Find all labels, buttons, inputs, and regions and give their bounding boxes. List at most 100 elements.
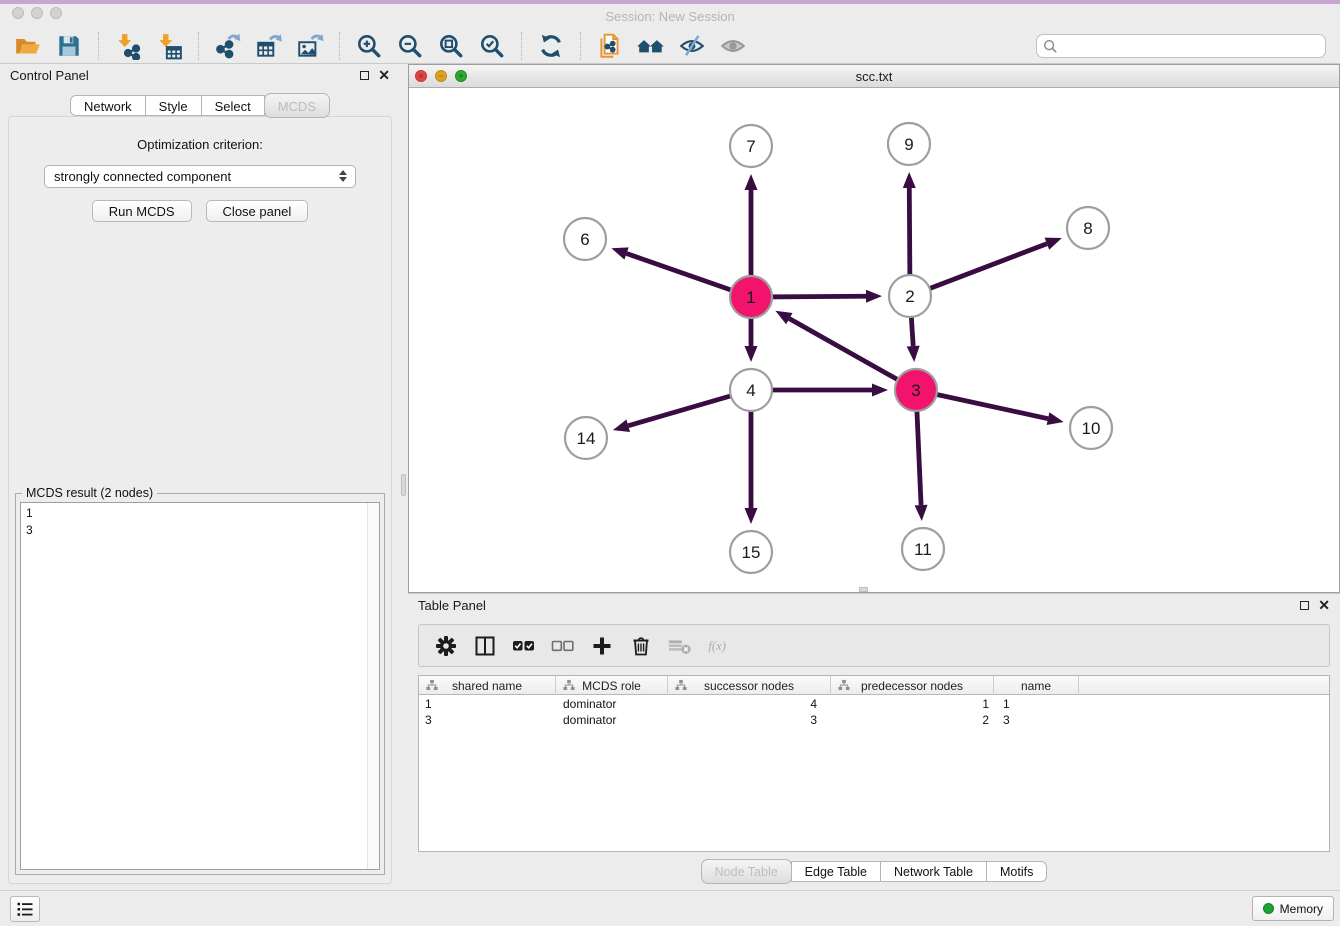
table-cell[interactable]: 1 (831, 696, 994, 712)
show-home-panel-button[interactable] (633, 30, 669, 62)
graph-edge-arrowhead (1047, 412, 1064, 425)
control-panel-header: Control Panel ✕ (0, 64, 400, 86)
task-history-button[interactable] (10, 896, 40, 922)
column-header-shared-name[interactable]: shared name (419, 676, 556, 695)
network-canvas[interactable]: 7968124314101511 (409, 88, 1339, 592)
graph-node-label-8: 8 (1083, 219, 1092, 238)
table-cell[interactable]: 1 (419, 696, 556, 712)
close-table-panel-icon[interactable]: ✕ (1318, 600, 1330, 610)
select-all-columns-button[interactable] (512, 634, 536, 658)
save-session-button[interactable] (51, 30, 87, 62)
column-header-MCDS-role[interactable]: MCDS role (556, 676, 668, 695)
node-table: shared name MCDS rolesuccessor nodes prede… (418, 675, 1330, 852)
delete-table-button[interactable] (668, 634, 692, 658)
zoom-fit-button[interactable] (433, 30, 469, 62)
import-table-button[interactable] (151, 30, 187, 62)
import-network-button[interactable] (110, 30, 146, 62)
apply-layout-button[interactable] (533, 30, 569, 62)
table-cell[interactable]: 2 (831, 712, 994, 728)
search-input[interactable] (1036, 34, 1326, 58)
import-table-icon (155, 32, 183, 60)
tab-network-table[interactable]: Network Table (880, 861, 987, 882)
table-cell[interactable]: 3 (668, 712, 831, 728)
export-table-button[interactable] (251, 30, 287, 62)
criterion-dropdown[interactable]: strongly connected component (44, 165, 356, 188)
search-field-wrap (1036, 34, 1326, 58)
export-image-icon (296, 32, 324, 60)
network-graph: 7968124314101511 (409, 88, 1339, 591)
deselect-all-icon (551, 635, 575, 657)
table-settings-button[interactable] (434, 634, 458, 658)
tab-node-table[interactable]: Node Table (701, 859, 792, 884)
table-cell[interactable]: 1 (994, 696, 1079, 712)
open-folder-icon (14, 32, 42, 60)
memory-button[interactable]: Memory (1252, 896, 1334, 921)
column-header-label: shared name (452, 679, 522, 693)
home-icon (636, 32, 666, 60)
graph-edge-arrowhead (866, 290, 882, 303)
hierarchy-icon (675, 679, 687, 691)
show-panels-button[interactable] (715, 30, 751, 62)
graph-node-label-14: 14 (577, 429, 596, 448)
column-layout-button[interactable] (473, 634, 497, 658)
table-cell[interactable]: 3 (994, 712, 1079, 728)
minimize-window-button[interactable] (31, 7, 43, 19)
export-network-button[interactable] (210, 30, 246, 62)
column-header-successor-nodes[interactable]: successor nodes (668, 676, 831, 695)
tab-motifs[interactable]: Motifs (986, 861, 1047, 882)
create-column-button[interactable] (590, 634, 614, 658)
table-cell[interactable]: dominator (556, 712, 668, 728)
zoom-selected-button[interactable] (474, 30, 510, 62)
mcds-result-lines: 13 (21, 503, 379, 541)
result-scrollbar[interactable] (367, 503, 379, 869)
zoom-window-button[interactable] (50, 7, 62, 19)
hide-panels-button[interactable] (674, 30, 710, 62)
table-cell[interactable]: 3 (419, 712, 556, 728)
table-cell[interactable]: dominator (556, 696, 668, 712)
vertical-splitter[interactable] (400, 64, 408, 890)
function-builder-button[interactable]: f(x) (707, 634, 731, 658)
workspace: Control Panel ✕ NetworkStyleSelectMCDS O… (0, 64, 1340, 890)
close-panel-button[interactable]: Close panel (206, 200, 309, 222)
float-table-panel-icon[interactable] (1300, 601, 1309, 610)
close-panel-icon[interactable]: ✕ (378, 70, 390, 80)
delete-columns-button[interactable] (629, 634, 653, 658)
network-minimize-button[interactable]: − (435, 70, 447, 82)
tab-network[interactable]: Network (70, 95, 146, 116)
close-window-button[interactable] (12, 7, 24, 19)
canvas-splitter-grip[interactable] (859, 587, 868, 592)
control-panel-title: Control Panel (10, 68, 89, 83)
graph-edge-arrowhead (745, 508, 758, 524)
window-titlebar: Session: New Session (0, 4, 1340, 28)
zoom-out-button[interactable] (392, 30, 428, 62)
network-zoom-button[interactable]: + (455, 70, 467, 82)
run-mcds-button[interactable]: Run MCDS (92, 200, 192, 222)
tab-style[interactable]: Style (145, 95, 202, 116)
network-close-button[interactable]: × (415, 70, 427, 82)
new-network-from-file-button[interactable] (592, 30, 628, 62)
graph-node-label-6: 6 (580, 230, 589, 249)
zoom-in-button[interactable] (351, 30, 387, 62)
tab-select[interactable]: Select (201, 95, 265, 116)
export-image-button[interactable] (292, 30, 328, 62)
toolbar-separator (339, 32, 340, 60)
graph-edge-arrowhead (613, 419, 630, 431)
table-cell[interactable]: 4 (668, 696, 831, 712)
network-window-controls: × − + (415, 70, 467, 82)
tab-edge-table[interactable]: Edge Table (791, 861, 881, 882)
float-panel-icon[interactable] (360, 71, 369, 80)
open-session-button[interactable] (10, 30, 46, 62)
deselect-all-columns-button[interactable] (551, 634, 575, 658)
tab-mcds[interactable]: MCDS (264, 93, 330, 118)
table-row[interactable]: 1dominator411 (419, 696, 1329, 712)
splitter-grip[interactable] (401, 474, 406, 496)
column-header-name[interactable]: name (994, 676, 1079, 695)
toolbar-separator (580, 32, 581, 60)
column-header-label: predecessor nodes (861, 679, 963, 693)
mcds-result-line: 1 (26, 505, 374, 522)
column-header-predecessor-nodes[interactable]: predecessor nodes (831, 676, 994, 695)
mcds-result-textarea[interactable]: 13 (20, 502, 380, 870)
table-row[interactable]: 3dominator323 (419, 712, 1329, 728)
control-panel: Control Panel ✕ NetworkStyleSelectMCDS O… (0, 64, 400, 890)
function-icon: f(x) (707, 634, 731, 658)
